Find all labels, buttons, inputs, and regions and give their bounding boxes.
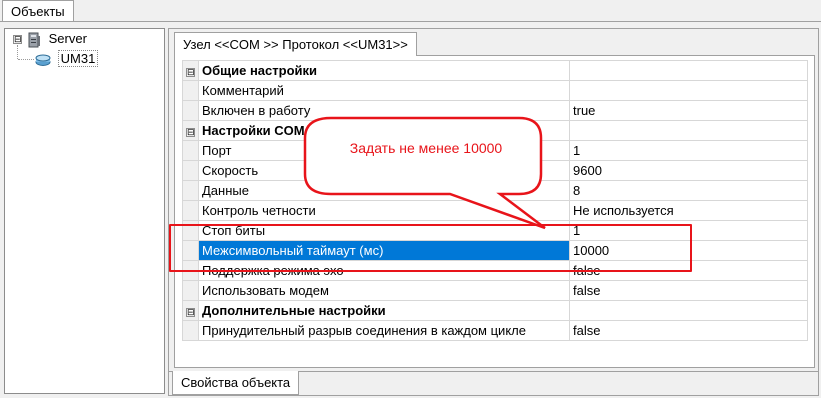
property-value[interactable]: true <box>569 100 808 121</box>
property-value[interactable]: false <box>569 320 808 341</box>
category-collapse-icon[interactable]: ⊟ <box>186 68 195 77</box>
category-collapse-icon[interactable]: ⊟ <box>186 128 195 137</box>
tree-node-server[interactable]: Server <box>27 30 87 48</box>
row-gutter <box>182 160 199 181</box>
property-value[interactable]: 1 <box>569 140 808 161</box>
row-gutter <box>182 200 199 221</box>
tab-objects[interactable]: Объекты <box>2 0 74 22</box>
category-collapse-icon[interactable]: ⊟ <box>186 308 195 317</box>
tree-node-server-label: Server <box>48 31 87 46</box>
row-gutter <box>182 320 199 341</box>
row-gutter <box>182 280 199 301</box>
property-value[interactable]: Не используется <box>569 200 808 221</box>
tree-node-um31[interactable]: UM31 <box>35 50 99 68</box>
property-row[interactable]: Комментарий <box>182 80 808 101</box>
server-icon <box>28 32 40 48</box>
row-gutter[interactable]: ⊟ <box>182 120 199 141</box>
tree-node-um31-label: UM31 <box>57 50 99 67</box>
callout-text: Задать не менее 10000 <box>349 140 503 156</box>
property-name[interactable]: Использовать модем <box>198 280 570 301</box>
property-name[interactable]: Принудительный разрыв соединения в каждо… <box>198 320 570 341</box>
device-icon <box>35 54 51 66</box>
tab-object-properties[interactable]: Свойства объекта <box>172 371 300 395</box>
row-gutter <box>182 80 199 101</box>
tab-strip-divider <box>0 21 821 22</box>
row-gutter[interactable]: ⊟ <box>182 300 199 321</box>
row-gutter[interactable]: ⊟ <box>182 60 199 81</box>
object-tree-panel[interactable]: ⊟ Server UM31 <box>4 28 165 394</box>
property-value <box>569 300 808 321</box>
property-value <box>569 60 808 81</box>
tree-connector-horizontal <box>18 59 34 60</box>
property-value[interactable]: 9600 <box>569 160 808 181</box>
callout-bubble <box>303 116 546 230</box>
row-gutter <box>182 140 199 161</box>
row-gutter <box>182 180 199 201</box>
property-row[interactable]: Использовать модем false <box>182 280 808 301</box>
tree-connector-vertical <box>17 45 18 59</box>
property-row[interactable]: Принудительный разрыв соединения в каждо… <box>182 320 808 341</box>
property-value <box>569 120 808 141</box>
property-name[interactable]: Дополнительные настройки <box>198 300 570 321</box>
property-category-row[interactable]: ⊟ Общие настройки <box>182 60 808 81</box>
property-value[interactable]: 8 <box>569 180 808 201</box>
tree-collapse-icon[interactable]: ⊟ <box>13 35 22 44</box>
row-gutter <box>182 100 199 121</box>
property-value[interactable]: false <box>569 280 808 301</box>
property-name[interactable]: Комментарий <box>198 80 570 101</box>
property-value[interactable] <box>569 80 808 101</box>
tab-node-protocol[interactable]: Узел <<COM >> Протокол <<UM31>> <box>174 32 417 56</box>
property-name[interactable]: Общие настройки <box>198 60 570 81</box>
property-category-row[interactable]: ⊟ Дополнительные настройки <box>182 300 808 321</box>
